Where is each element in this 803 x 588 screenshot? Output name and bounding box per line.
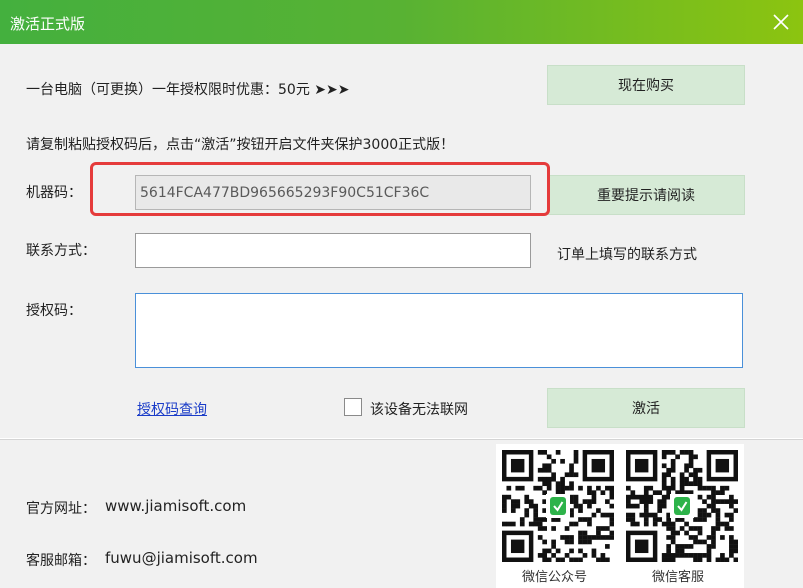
website-label: 官方网址： [26, 501, 96, 517]
contact-input[interactable] [135, 233, 531, 268]
machine-code-label: 机器码： [26, 185, 82, 201]
buy-now-button[interactable]: 现在购买 [547, 65, 745, 105]
activate-button[interactable]: 激活 [547, 388, 745, 428]
qr-service-label: 微信客服 [652, 570, 705, 585]
close-button[interactable] [759, 0, 803, 44]
qr-public-label: 微信公众号 [522, 570, 588, 585]
qr-code-panel: 微信公众号 微信客服 [496, 444, 744, 588]
contact-hint: 订单上填写的联系方式 [557, 247, 697, 263]
auth-code-input[interactable] [135, 293, 743, 368]
wechat-service-qr-icon [626, 450, 738, 562]
support-email: fuwu@jiamisoft.com [105, 549, 258, 567]
email-label: 客服邮箱： [26, 553, 96, 569]
website-url: www.jiamisoft.com [105, 497, 247, 515]
auth-code-label: 授权码： [26, 303, 82, 319]
auth-code-query-link[interactable]: 授权码查询 [137, 399, 207, 419]
machine-code-field[interactable] [135, 175, 531, 210]
offline-checkbox-label[interactable]: 该设备无法联网 [370, 399, 468, 419]
important-notice-button[interactable]: 重要提示请阅读 [547, 175, 745, 215]
main-panel: 一台电脑（可更换）一年授权限时优惠：50元 ➤➤➤ 现在购买 请复制粘贴授权码后… [0, 44, 803, 438]
close-icon [773, 14, 789, 30]
wechat-public-qr-icon [502, 450, 614, 562]
window-title: 激活正式版 [10, 15, 86, 33]
footer-panel: 官方网址： www.jiamisoft.com 客服邮箱： fuwu@jiami… [0, 439, 803, 588]
instruction-text: 请复制粘贴授权码后，点击“激活”按钮开启文件夹保护3000正式版！ [26, 137, 455, 153]
offline-checkbox[interactable] [344, 398, 362, 416]
promo-text: 一台电脑（可更换）一年授权限时优惠：50元 ➤➤➤ [26, 82, 350, 98]
contact-label: 联系方式： [26, 243, 96, 259]
title-bar: 激活正式版 [0, 0, 803, 44]
